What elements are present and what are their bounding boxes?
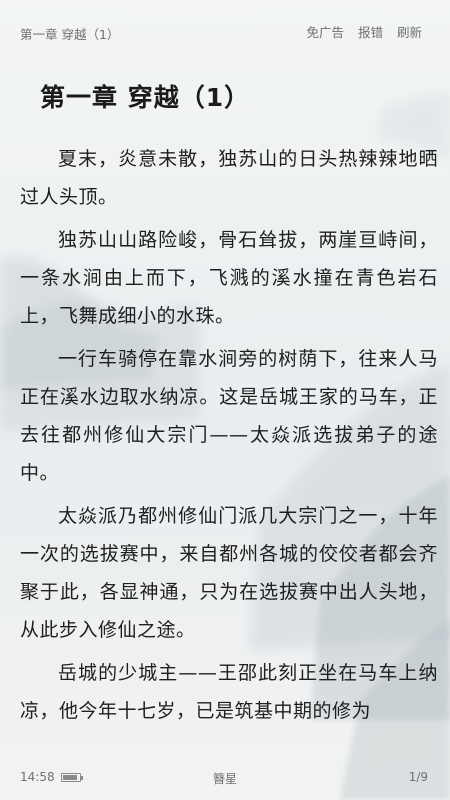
page-indicator: 1/9	[408, 770, 428, 784]
bottom-status-bar: 14:58 簪星 1/9	[0, 760, 450, 800]
chapter-content[interactable]: 夏末，炎意未散，独苏山的日头热辣辣地晒过人头顶。 独苏山山路险峻，骨石耸拔，两崖…	[20, 140, 438, 735]
paragraph: 太焱派乃都州修仙门派几大宗门之一，十年一次的选拔赛中，来自都州各城的佼佼者都会齐…	[20, 505, 438, 641]
chapter-title: 第一章 穿越（1）	[40, 83, 251, 112]
top-bar: 第一章 穿越（1） 免广告 报错 刷新	[0, 0, 450, 64]
header-actions: 免广告 报错 刷新	[306, 22, 422, 41]
header-chapter-title: 第一章 穿越（1）	[20, 27, 120, 42]
paragraph: 独苏山山路险峻，骨石耸拔，两崖亘峙间，一条水涧由上而下，飞溅的溪水撞在青色岩石上…	[20, 229, 438, 327]
refresh-button[interactable]: 刷新	[397, 22, 422, 41]
book-name: 簪星	[212, 772, 237, 786]
paragraph: 岳城的少城主——王邵此刻正坐在马车上纳凉，他今年十七岁，已是筑基中期的修为	[20, 662, 438, 722]
paragraph: 夏末，炎意未散，独苏山的日头热辣辣地晒过人头顶。	[20, 148, 438, 208]
report-error-button[interactable]: 报错	[358, 22, 383, 41]
remove-ads-button[interactable]: 免广告	[306, 22, 344, 41]
paragraph: 一行车骑停在靠水涧旁的树荫下，往来人马正在溪水边取水纳凉。这是岳城王家的马车，正…	[20, 348, 438, 484]
